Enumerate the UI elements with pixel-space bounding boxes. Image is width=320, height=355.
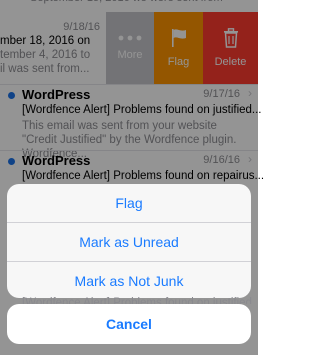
mark-not-junk-button[interactable]: Mark as Not Junk <box>7 262 251 298</box>
background-email-peek: [Wordfence Alert] Problems found on just… <box>22 297 252 304</box>
action-sheet: Flag Mark as Unread Mark as Not Junk <box>7 184 251 298</box>
flag-option-button[interactable]: Flag <box>7 184 251 222</box>
cancel-group: Cancel <box>7 304 251 344</box>
cancel-button[interactable]: Cancel <box>7 304 251 344</box>
mark-unread-button[interactable]: Mark as Unread <box>7 223 251 261</box>
